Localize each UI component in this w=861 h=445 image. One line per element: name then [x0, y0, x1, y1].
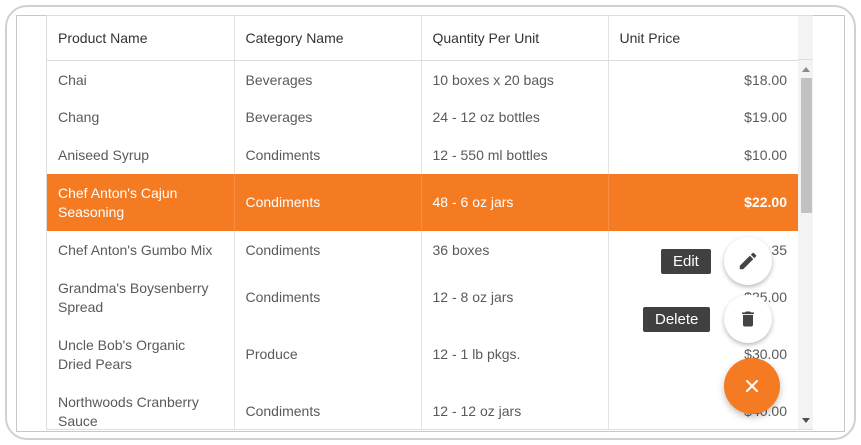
- column-header-unit-price[interactable]: Unit Price: [608, 16, 798, 61]
- unit-price-cell: $22.00: [608, 174, 798, 231]
- product-name-cell: Chai: [47, 60, 235, 98]
- edit-action-label[interactable]: Edit: [661, 249, 711, 274]
- scroll-down-arrow-icon[interactable]: [802, 418, 810, 423]
- product-name-cell: Chang: [47, 98, 235, 136]
- category-name-cell: Beverages: [234, 98, 422, 136]
- header-scroll-filler: [798, 16, 813, 60]
- scroll-up-arrow-icon[interactable]: [802, 67, 810, 72]
- quantity-per-unit-cell: 12 - 12 oz jars: [421, 383, 609, 429]
- category-name-cell: Produce: [234, 326, 422, 383]
- product-name-cell: Aniseed Syrup: [47, 136, 235, 174]
- category-name-cell: Condiments: [234, 174, 422, 231]
- products-table: Product Name Category Name Quantity Per …: [47, 16, 798, 429]
- unit-price-cell: $18.00: [744, 72, 787, 89]
- product-name-cell: Chef Anton's Gumbo Mix: [47, 231, 235, 269]
- quantity-per-unit-cell: 24 - 12 oz bottles: [421, 98, 609, 136]
- column-header-product-name[interactable]: Product Name: [47, 16, 235, 61]
- quantity-per-unit-cell: 12 - 1 lb pkgs.: [421, 326, 609, 383]
- speed-dial-close-button[interactable]: [724, 358, 780, 414]
- product-name-cell: Chef Anton's Cajun Seasoning: [47, 174, 235, 231]
- trash-icon: [742, 311, 754, 327]
- product-name-cell: Grandma's Boysenberry Spread: [47, 269, 235, 326]
- category-name-cell: Beverages: [234, 60, 422, 98]
- product-name-cell: Northwoods Cranberry Sauce: [47, 383, 235, 429]
- table-row-selected[interactable]: Chef Anton's Cajun Seasoning Condiments …: [47, 174, 798, 231]
- table-row[interactable]: Chang Beverages 24 - 12 oz bottles $19.0…: [47, 98, 798, 136]
- unit-price-cell: $10.00: [744, 146, 787, 163]
- column-header-quantity-per-unit[interactable]: Quantity Per Unit: [421, 16, 609, 61]
- delete-action-label[interactable]: Delete: [643, 307, 711, 332]
- product-name-cell: Uncle Bob's Organic Dried Pears: [47, 326, 235, 383]
- quantity-per-unit-cell: 48 - 6 oz jars: [421, 174, 609, 231]
- table-row[interactable]: Uncle Bob's Organic Dried Pears Produce …: [47, 326, 798, 383]
- vertical-scrollbar[interactable]: [798, 60, 813, 429]
- column-header-category-name[interactable]: Category Name: [234, 16, 422, 61]
- table-row[interactable]: Chai Beverages 10 boxes x 20 bags $18.00: [47, 60, 798, 98]
- close-icon: [746, 380, 758, 392]
- edit-action-button[interactable]: [724, 237, 772, 285]
- header-row: Product Name Category Name Quantity Per …: [47, 16, 798, 61]
- quantity-per-unit-cell: 12 - 8 oz jars: [421, 269, 609, 326]
- table-row[interactable]: Northwoods Cranberry Sauce Condiments 12…: [47, 383, 798, 429]
- scroll-thumb[interactable]: [801, 78, 812, 213]
- table-row[interactable]: Aniseed Syrup Condiments 12 - 550 ml bot…: [47, 136, 798, 174]
- category-name-cell: Condiments: [234, 136, 422, 174]
- unit-price-cell: $19.00: [744, 108, 787, 125]
- quantity-per-unit-cell: 12 - 550 ml bottles: [421, 136, 609, 174]
- category-name-cell: Condiments: [234, 383, 422, 429]
- quantity-per-unit-cell: 36 boxes: [421, 231, 609, 269]
- category-name-cell: Condiments: [234, 231, 422, 269]
- pencil-icon: [739, 252, 757, 270]
- category-name-cell: Condiments: [234, 269, 422, 326]
- delete-action-button[interactable]: [724, 295, 772, 343]
- quantity-per-unit-cell: 10 boxes x 20 bags: [421, 60, 609, 98]
- data-grid: Product Name Category Name Quantity Per …: [46, 15, 813, 430]
